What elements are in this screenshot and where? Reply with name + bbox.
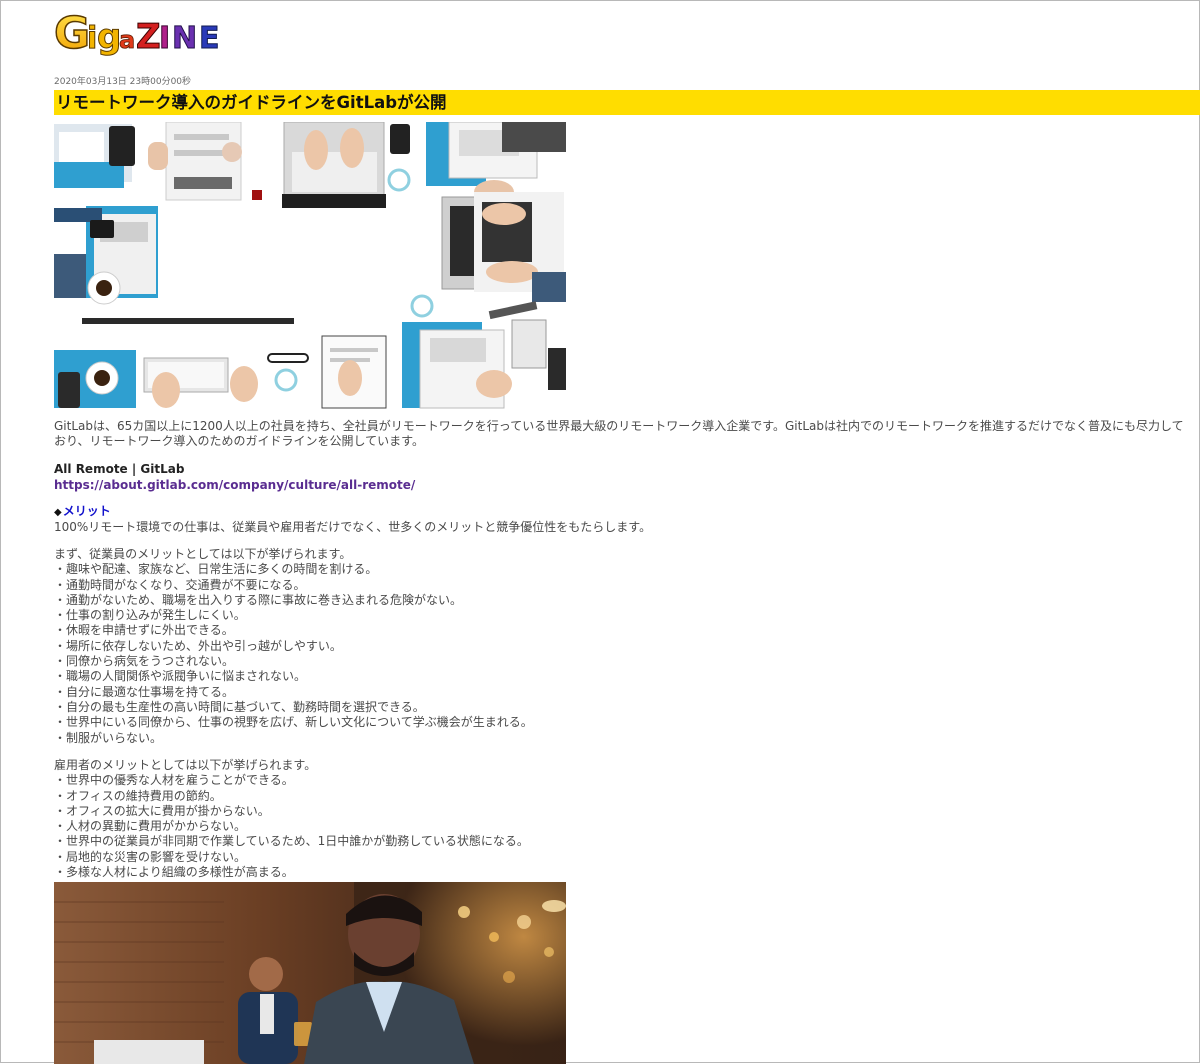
list-item: ・場所に依存しないため、外出や引っ越がしやすい。 [54, 638, 342, 653]
list-item: ・オフィスの拡大に費用が掛からない。 [54, 803, 270, 818]
list-item: ・自分に最適な仕事場を持てる。 [54, 684, 235, 699]
employee-benefits: まず、従業員のメリットとしては以下が挙げられます。 ・趣味や配達、家族など、日常… [54, 547, 533, 746]
list-item: ・通勤時間がなくなり、交通費が不要になる。 [54, 577, 306, 592]
list-item: ・趣味や配達、家族など、日常生活に多くの時間を割ける。 [54, 562, 378, 577]
article-title: リモートワーク導入のガイドラインをGitLabが公開 [54, 90, 1200, 115]
list-item: ・自分の最も生産性の高い時間に基づいて、勤務時間を選択できる。 [54, 699, 425, 714]
svg-text:G: G [54, 8, 90, 56]
site-logo[interactable]: G i g a Z I N E [54, 4, 244, 56]
section-heading: ◆メリット [54, 504, 651, 520]
diamond-bullet-icon: ◆ [54, 507, 62, 518]
section-heading-label[interactable]: メリット [63, 504, 111, 518]
source-link-url[interactable]: https://about.gitlab.com/company/culture… [54, 478, 415, 494]
article-intro: GitLabは、65カ国以上に1200人以上の社員を持ち、全社員がリモートワーク… [54, 419, 1184, 449]
list-item: ・制服がいらない。 [54, 730, 163, 745]
article-image-desk [54, 122, 566, 409]
employer-benefits-list: ・世界中の優秀な人材を雇うことができる。 ・オフィスの維持費用の節約。 ・オフィ… [54, 773, 529, 880]
svg-text:a: a [119, 26, 135, 54]
article-image-cafe [54, 882, 566, 1064]
svg-text:Z: Z [136, 17, 161, 56]
employee-benefits-list: ・趣味や配達、家族など、日常生活に多くの時間を割ける。 ・通勤時間がなくなり、交… [54, 562, 533, 746]
list-item: ・多様な人材により組織の多様性が高まる。 [54, 865, 294, 880]
list-item: ・人材の異動に費用がかからない。 [54, 819, 247, 834]
svg-text:E: E [199, 21, 220, 56]
list-item: ・休暇を申請せずに外出できる。 [54, 623, 234, 638]
svg-text:I: I [159, 21, 170, 56]
svg-text:N: N [172, 21, 197, 56]
publish-date: 2020年03月13日 23時00分00秒 [54, 77, 192, 87]
employer-benefits-intro: 雇用者のメリットとしては以下が挙げられます。 [54, 758, 317, 772]
source-link-title: All Remote | GitLab [54, 462, 185, 476]
section-lead: 100%リモート環境での仕事は、従業員や雇用者だけでなく、世多くのメリットと競争… [54, 520, 652, 535]
list-item: ・世界中の従業員が非同期で作業しているため、1日中誰かが勤務している状態になる。 [54, 834, 529, 849]
list-item: ・オフィスの維持費用の節約。 [54, 788, 222, 803]
list-item: ・同僚から病気をうつされない。 [54, 654, 235, 669]
employer-benefits: 雇用者のメリットとしては以下が挙げられます。 ・世界中の優秀な人材を雇うことがで… [54, 758, 529, 880]
source-link-block: All Remote | GitLab https://about.gitlab… [54, 462, 415, 493]
list-item: ・仕事の割り込みが発生しにくい。 [54, 608, 246, 623]
list-item: ・世界中にいる同僚から、仕事の視野を広げ、新しい文化について学ぶ機会が生まれる。 [54, 715, 533, 730]
employee-benefits-intro: まず、従業員のメリットとしては以下が挙げられます。 [54, 547, 352, 561]
section-merit: ◆メリット 100%リモート環境での仕事は、従業員や雇用者だけでなく、世多くのメ… [54, 504, 651, 536]
list-item: ・世界中の優秀な人材を雇うことができる。 [54, 773, 294, 788]
list-item: ・通勤がないため、職場を出入りする際に事故に巻き込まれる危険がない。 [54, 592, 463, 607]
list-item: ・職場の人間関係や派閥争いに悩まされない。 [54, 669, 307, 684]
svg-text:g: g [97, 17, 121, 56]
svg-text:i: i [87, 21, 97, 56]
list-item: ・局地的な災害の影響を受けない。 [54, 849, 247, 864]
